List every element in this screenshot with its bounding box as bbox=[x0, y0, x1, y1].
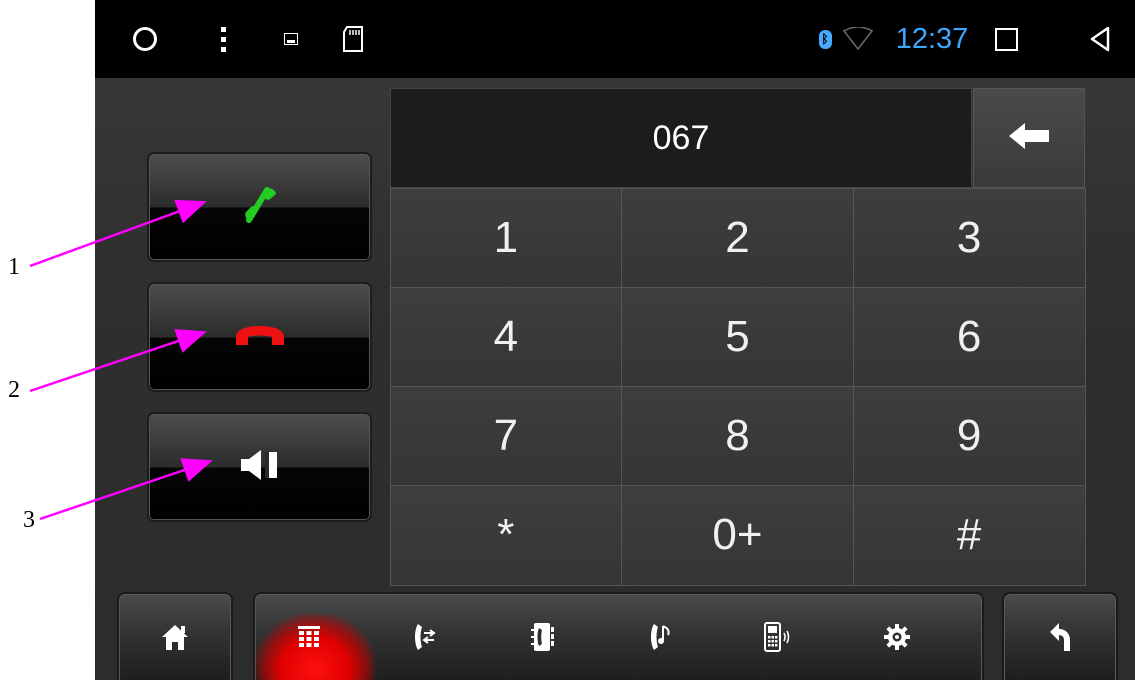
overflow-menu-icon[interactable] bbox=[213, 0, 233, 78]
call-transfer-icon[interactable] bbox=[405, 612, 445, 662]
home-button[interactable] bbox=[117, 592, 233, 680]
key-2[interactable]: 2 bbox=[621, 187, 854, 288]
hang-up-icon bbox=[233, 323, 287, 351]
key-6[interactable]: 6 bbox=[852, 286, 1086, 387]
image-icon bbox=[281, 0, 301, 78]
settings-icon[interactable] bbox=[877, 612, 917, 662]
phone-icon bbox=[240, 185, 280, 229]
dial-keypad: 1 2 3 4 5 6 7 8 9 * 0+ # bbox=[389, 187, 1086, 586]
annotation-label-2: 2 bbox=[8, 377, 20, 403]
return-arrow-icon bbox=[1040, 612, 1080, 662]
circle-icon[interactable] bbox=[130, 0, 160, 78]
status-bar: ᛒ 12:37 bbox=[95, 0, 1135, 78]
return-button[interactable] bbox=[1002, 592, 1118, 680]
call-button[interactable] bbox=[147, 152, 372, 262]
key-5[interactable]: 5 bbox=[621, 286, 854, 387]
phone-device-icon[interactable] bbox=[759, 612, 799, 662]
backspace-button[interactable] bbox=[973, 88, 1085, 188]
contacts-icon[interactable] bbox=[523, 612, 563, 662]
key-4[interactable]: 4 bbox=[389, 286, 623, 387]
key-0-plus[interactable]: 0+ bbox=[621, 485, 854, 586]
key-7[interactable]: 7 bbox=[389, 386, 623, 487]
status-clock: 12:37 bbox=[895, 22, 969, 55]
speaker-mute-button[interactable] bbox=[147, 412, 372, 522]
music-icon[interactable] bbox=[641, 612, 681, 662]
recent-apps-icon[interactable] bbox=[991, 0, 1021, 78]
speaker-icon bbox=[239, 448, 281, 486]
bluetooth-icon: ᛒ bbox=[817, 0, 833, 78]
phone-function-bar bbox=[253, 592, 984, 680]
hang-up-button[interactable] bbox=[147, 282, 372, 392]
sd-card-icon bbox=[339, 0, 367, 78]
backspace-arrow-icon bbox=[1007, 121, 1051, 155]
key-1[interactable]: 1 bbox=[389, 187, 623, 288]
wifi-icon bbox=[841, 0, 875, 78]
annotation-label-3: 3 bbox=[23, 507, 35, 533]
dialed-number-display: 067 bbox=[390, 88, 972, 188]
key-hash[interactable]: # bbox=[852, 485, 1086, 586]
keypad-icon[interactable] bbox=[289, 612, 329, 662]
head-unit-screen: ᛒ 12:37 067 1 2 3 4 5 6 7 8 9 * 0+ # bbox=[95, 0, 1135, 680]
key-3[interactable]: 3 bbox=[852, 187, 1086, 288]
home-icon bbox=[155, 612, 195, 662]
key-9[interactable]: 9 bbox=[852, 386, 1086, 487]
key-star[interactable]: * bbox=[389, 485, 623, 586]
key-8[interactable]: 8 bbox=[621, 386, 854, 487]
back-icon[interactable] bbox=[1085, 0, 1115, 78]
annotation-label-1: 1 bbox=[8, 254, 20, 280]
